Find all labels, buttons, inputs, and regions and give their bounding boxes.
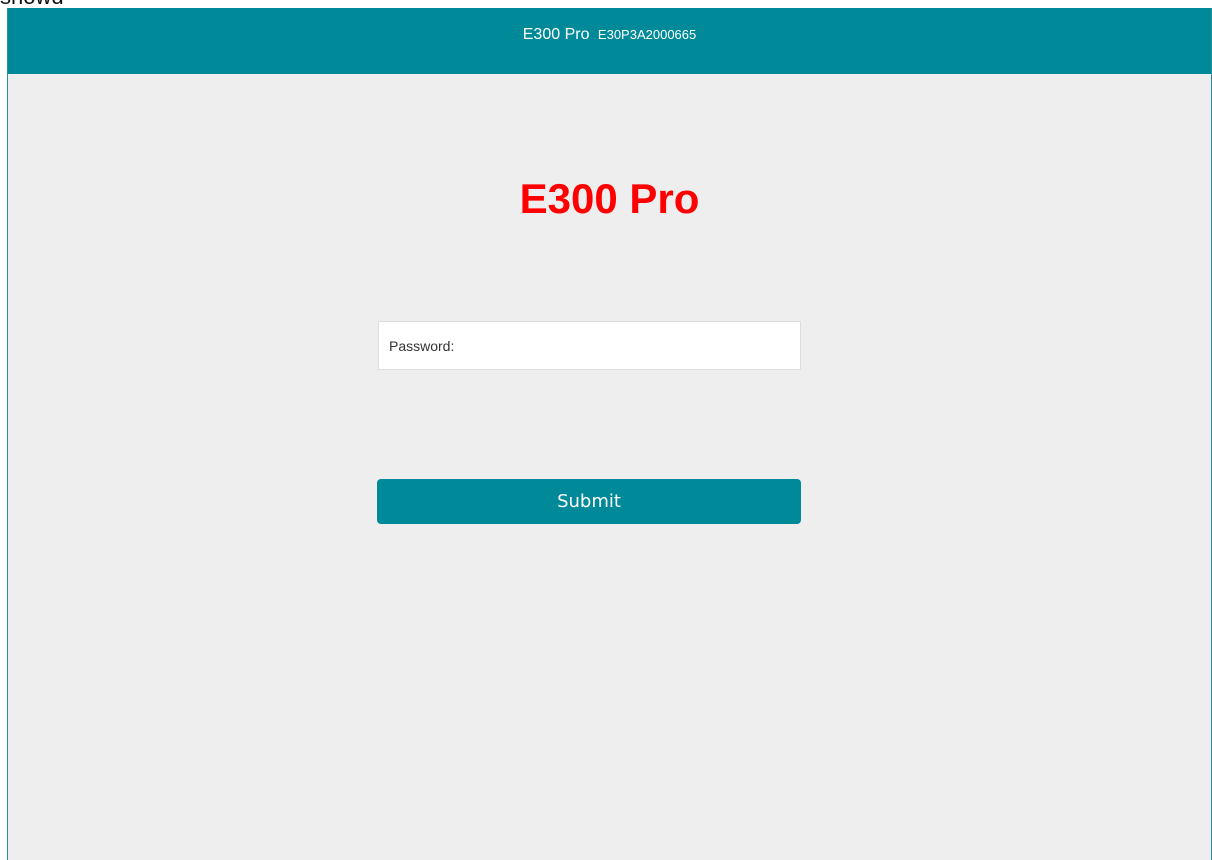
password-input[interactable] [454,322,800,369]
password-label: Password: [389,337,455,354]
header-title: E300 Pro E30P3A2000665 [523,25,696,45]
password-field[interactable]: Password: [378,321,801,370]
product-title: E300 Pro [519,175,700,222]
submit-button[interactable]: Submit [377,479,801,524]
login-page-frame: E300 Pro E30P3A2000665 E300 Pro Password… [7,8,1212,860]
page-header: E300 Pro E30P3A2000665 [8,8,1211,74]
top-text-fragment: showd [0,0,64,8]
header-model-name: E300 Pro [522,26,590,43]
header-serial-number: E30P3A2000665 [597,27,697,42]
